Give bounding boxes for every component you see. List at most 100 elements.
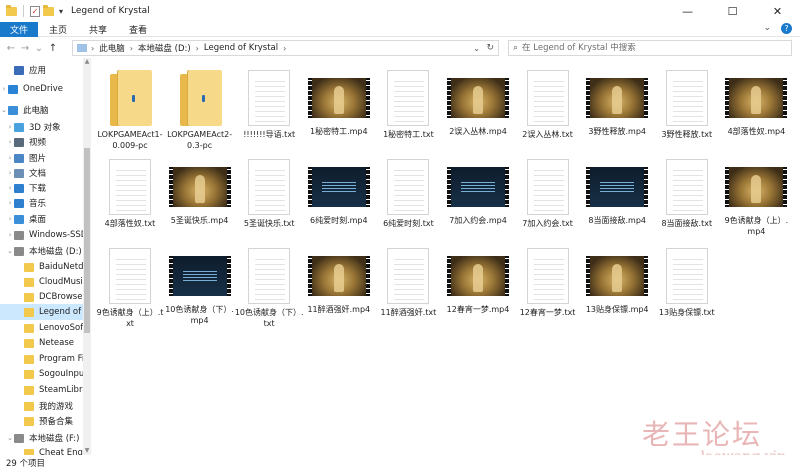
expand-chevron-icon[interactable]: ›	[6, 231, 14, 239]
video-file-item[interactable]: 2误入丛林.mp4	[443, 70, 513, 137]
text-file-item[interactable]: 5圣诞快乐.txt	[234, 159, 304, 229]
video-file-item[interactable]: 6纯爱时刻.mp4	[304, 159, 374, 226]
sidebar-item[interactable]: 预备合集	[0, 413, 83, 429]
sidebar-scrollbar[interactable]: ▲ ▼	[83, 58, 91, 455]
breadcrumb-drive-d[interactable]: 本地磁盘 (D:)	[138, 42, 191, 54]
sidebar-item[interactable]: › 文档	[0, 165, 83, 181]
maximize-button[interactable]: ☐	[710, 0, 755, 22]
sidebar-item[interactable]: Cheat Engine	[0, 445, 83, 455]
tab-home[interactable]: 主页	[38, 22, 78, 37]
expand-chevron-icon[interactable]: ›	[6, 123, 14, 131]
customize-toolbar-icon[interactable]: ▾	[59, 7, 63, 16]
tab-share[interactable]: 共享	[78, 22, 118, 37]
text-file-item[interactable]: 7加入约会.txt	[513, 159, 583, 229]
sidebar-item[interactable]: DCBrowser	[0, 289, 83, 305]
refresh-icon[interactable]: ↻	[486, 43, 494, 53]
sidebar-item[interactable]: › 3D 对象	[0, 119, 83, 135]
expand-chevron-icon[interactable]: ›	[6, 184, 14, 192]
sidebar-item[interactable]: › 视频	[0, 134, 83, 150]
sidebar-item[interactable]: Program Files	[0, 351, 83, 367]
sidebar-item[interactable]: Netease	[0, 335, 83, 351]
sidebar-item[interactable]: SogouInput	[0, 366, 83, 382]
video-file-item[interactable]: 7加入约会.mp4	[443, 159, 513, 226]
close-button[interactable]: ✕	[755, 0, 800, 22]
help-icon[interactable]: ?	[781, 23, 792, 34]
video-file-item[interactable]: 10色诱献身（下）.mp4	[165, 248, 235, 326]
address-bar[interactable]: › 此电脑 › 本地磁盘 (D:) › Legend of Krystal › …	[72, 40, 499, 56]
sidebar-item[interactable]: SteamLibrary	[0, 382, 83, 398]
expand-chevron-icon[interactable]: ›	[6, 169, 14, 177]
video-file-item[interactable]: 1秘密特工.mp4	[304, 70, 374, 137]
breadcrumb-this-pc[interactable]: 此电脑	[99, 42, 125, 54]
text-file-item[interactable]: 12春宵一梦.txt	[513, 248, 583, 318]
expand-chevron-icon[interactable]: ›	[6, 154, 14, 162]
video-file-item[interactable]: 11醉酒强奸.mp4	[304, 248, 374, 315]
sidebar-item[interactable]: › 图片	[0, 150, 83, 166]
text-file-item[interactable]: 3野性释放.txt	[652, 70, 722, 140]
sidebar-item[interactable]: › Windows-SSD	[0, 227, 83, 243]
tab-view[interactable]: 查看	[118, 22, 158, 37]
recent-locations-icon[interactable]: ⌄	[32, 43, 46, 54]
back-arrow-icon[interactable]: ←	[4, 43, 18, 54]
expand-ribbon-icon[interactable]: ⌄	[763, 23, 771, 34]
search-input[interactable]	[522, 43, 773, 53]
scroll-down-arrow-icon[interactable]: ▼	[83, 447, 91, 455]
sidebar-item[interactable]: Legend of Krystal	[0, 304, 83, 320]
sidebar-item[interactable]: CloudMusic	[0, 274, 83, 290]
expand-chevron-icon[interactable]: ⌄	[0, 106, 8, 114]
sidebar-item[interactable]: ⌄ 本地磁盘 (F:)	[0, 430, 83, 446]
file-grid[interactable]: LOKPGAMEAct1-0.009-pc LOKPGAMEAct2-0.3-pc…	[95, 58, 800, 455]
sidebar-item[interactable]: ⌄ 此电脑	[0, 102, 83, 118]
sidebar-item[interactable]: LenovoSoftstore	[0, 320, 83, 336]
text-file-item[interactable]: 10色诱献身（下）.txt	[234, 248, 304, 329]
sidebar-item[interactable]: › 桌面	[0, 211, 83, 227]
properties-icon[interactable]: ✓	[30, 5, 40, 17]
expand-chevron-icon[interactable]: ›	[6, 138, 14, 146]
tab-file[interactable]: 文件	[0, 21, 39, 37]
forward-arrow-icon[interactable]: →	[18, 43, 32, 54]
expand-chevron-icon[interactable]: ›	[0, 85, 8, 93]
expand-chevron-icon[interactable]: ⌄	[6, 247, 14, 255]
chevron-right-icon[interactable]: ›	[130, 44, 133, 53]
video-file-item[interactable]: 5圣诞快乐.mp4	[165, 159, 235, 226]
expand-chevron-icon[interactable]: ›	[6, 215, 14, 223]
folder-item[interactable]: LOKPGAMEAct1-0.009-pc	[95, 70, 165, 151]
address-dropdown-icon[interactable]: ⌄	[473, 44, 480, 53]
text-file-item[interactable]: 4部落性奴.txt	[95, 159, 165, 229]
text-file-item[interactable]: 8当面接敌.txt	[652, 159, 722, 229]
folder-item[interactable]: LOKPGAMEAct2-0.3-pc	[165, 70, 235, 151]
sidebar-item[interactable]: › 音乐	[0, 195, 83, 211]
video-file-item[interactable]: 9色诱献身（上）.mp4	[721, 159, 791, 237]
chevron-right-icon[interactable]: ›	[196, 44, 199, 53]
chevron-right-icon[interactable]: ›	[283, 44, 286, 53]
video-file-item[interactable]: 8当面接敌.mp4	[582, 159, 652, 226]
video-file-item[interactable]: 13贴身保镖.mp4	[582, 248, 652, 315]
text-file-item[interactable]: 6纯爱时刻.txt	[373, 159, 443, 229]
chevron-right-icon[interactable]: ›	[91, 44, 94, 53]
expand-chevron-icon[interactable]: ⌄	[6, 434, 14, 442]
text-file-item[interactable]: 11醉酒强奸.txt	[373, 248, 443, 318]
sidebar-item[interactable]: 应用	[0, 62, 83, 78]
sidebar-item[interactable]: › 下载	[0, 180, 83, 196]
sidebar-item[interactable]: ⌄ 本地磁盘 (D:)	[0, 243, 83, 259]
up-arrow-icon[interactable]: ↑	[46, 43, 60, 54]
sidebar-item[interactable]: BaiduNetdisk	[0, 259, 83, 275]
text-file-item[interactable]: 9色诱献身（上）.txt	[95, 248, 165, 329]
video-file-item[interactable]: 3野性释放.mp4	[582, 70, 652, 137]
scroll-up-arrow-icon[interactable]: ▲	[83, 58, 91, 66]
minimize-button[interactable]: —	[665, 0, 710, 22]
navigation-pane[interactable]: 应用 › OneDrive ⌄ 此电脑 › 3D 对象 › 视频 › 图片 › 文档 › 下载 › 音乐 › 桌面 ›…	[0, 58, 83, 455]
breadcrumb-current-folder[interactable]: Legend of Krystal	[204, 43, 278, 53]
search-box[interactable]: ⌕	[508, 40, 792, 56]
video-file-item[interactable]: 12春宵一梦.mp4	[443, 248, 513, 315]
video-file-item[interactable]: 4部落性奴.mp4	[721, 70, 791, 137]
text-file-item[interactable]: 1秘密特工.txt	[373, 70, 443, 140]
scroll-thumb[interactable]	[84, 148, 90, 333]
sidebar-item[interactable]: › OneDrive	[0, 81, 83, 97]
expand-chevron-icon[interactable]: ›	[6, 199, 14, 207]
sidebar-item[interactable]: 我的游戏	[0, 398, 83, 414]
text-file-item[interactable]: !!!!!!!导语.txt	[234, 70, 304, 140]
new-folder-icon[interactable]	[43, 4, 54, 16]
text-file-item[interactable]: 13贴身保镖.txt	[652, 248, 722, 318]
text-file-item[interactable]: 2误入丛林.txt	[513, 70, 583, 140]
